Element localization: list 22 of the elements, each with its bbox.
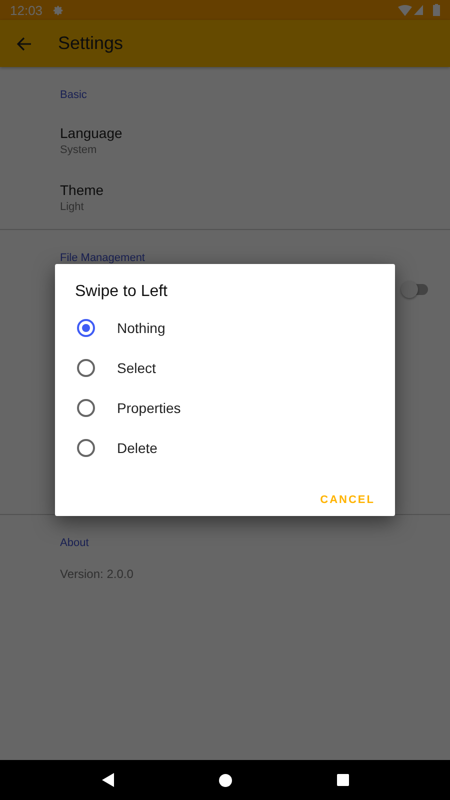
section-header: Basic [60,89,88,101]
radio-button[interactable] [77,319,95,337]
home-icon[interactable] [218,774,232,786]
radio-option[interactable]: Delete [75,428,395,468]
radio-button[interactable] [77,359,95,377]
radio-option[interactable]: Nothing [75,308,395,348]
gear-icon [52,4,64,16]
wifi-icon [398,4,412,16]
signal-icon [414,5,423,15]
toggle-switch[interactable] [404,284,428,295]
radio-option[interactable]: Properties [75,388,395,428]
radio-button[interactable] [77,439,95,457]
battery-icon [433,4,440,16]
app-bar-title: Settings [58,33,124,54]
radio-button[interactable] [77,399,95,417]
status-time: 12:03 [10,2,43,18]
section-header: About [60,537,90,549]
recents-icon[interactable] [336,774,348,786]
section-header: File Management [60,252,146,264]
radio-option[interactable]: Select [75,348,395,388]
back-icon[interactable] [102,773,114,787]
dialog-title: Swipe to Left [75,283,168,301]
